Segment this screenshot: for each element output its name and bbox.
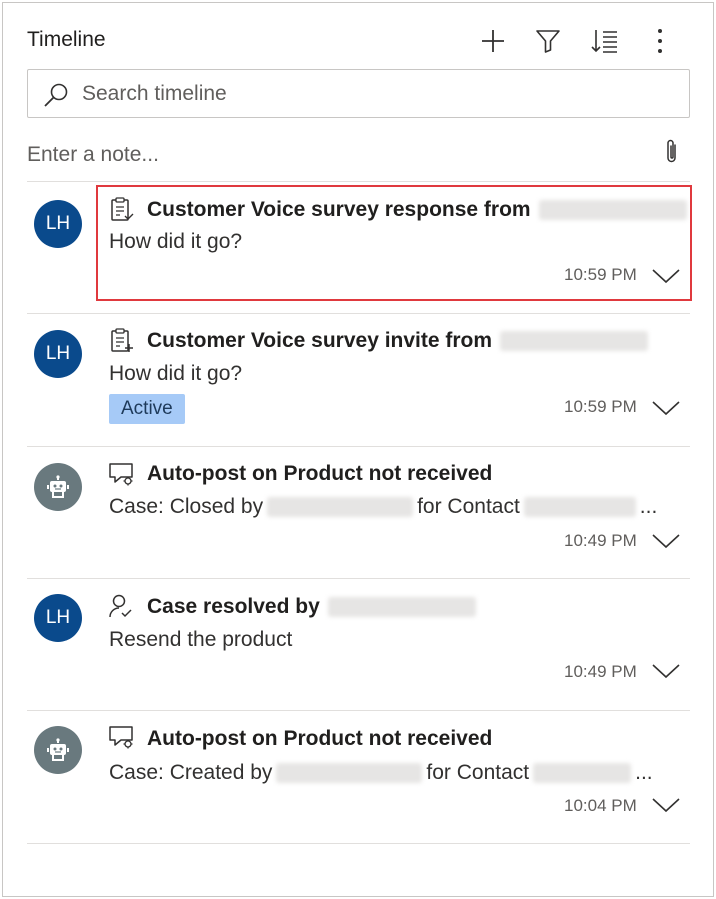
chevron-down-icon[interactable] xyxy=(652,663,680,679)
bot-avatar xyxy=(34,726,82,774)
item-description: Resend the product xyxy=(109,628,293,651)
redacted-name xyxy=(276,763,423,784)
timestamp: 10:49 PM xyxy=(564,531,637,550)
more-vertical-icon xyxy=(658,29,662,53)
timeline-item[interactable]: LH Case resolved by Resend the product 1… xyxy=(27,579,690,710)
timeline-item[interactable]: LH Customer Voice survey response from H… xyxy=(27,182,690,312)
more-options-button[interactable] xyxy=(643,24,677,58)
paperclip-icon[interactable] xyxy=(664,138,680,166)
bot-icon xyxy=(47,738,69,761)
timeline-header: Timeline xyxy=(27,24,691,58)
filter-icon xyxy=(536,30,560,53)
item-title: Case resolved by xyxy=(147,595,476,619)
auto-post-icon xyxy=(109,463,133,486)
chevron-down-icon[interactable] xyxy=(652,400,680,416)
item-title: Auto-post on Product not received xyxy=(147,727,493,750)
item-title: Customer Voice survey invite from xyxy=(147,329,649,353)
search-box[interactable] xyxy=(27,69,690,118)
case-resolved-icon xyxy=(109,594,132,618)
item-description: Case: Created by for Contact... xyxy=(109,761,653,784)
auto-post-icon xyxy=(109,726,133,749)
chevron-down-icon[interactable] xyxy=(652,797,680,813)
divider xyxy=(27,843,690,844)
timestamp: 10:04 PM xyxy=(564,796,637,815)
note-input[interactable] xyxy=(27,140,627,170)
add-button[interactable] xyxy=(476,24,510,58)
redacted-name xyxy=(523,497,636,518)
timeline-item[interactable]: Auto-post on Product not received Case: … xyxy=(27,447,690,579)
survey-response-icon xyxy=(111,197,134,221)
avatar: LH xyxy=(34,330,82,378)
item-description: How did it go? xyxy=(109,362,243,385)
redacted-name xyxy=(267,497,414,518)
avatar: LH xyxy=(34,200,82,248)
plus-icon xyxy=(482,30,504,52)
filter-button[interactable] xyxy=(531,24,565,58)
chevron-down-icon[interactable] xyxy=(652,268,680,284)
redacted-name xyxy=(500,331,649,352)
sort-icon xyxy=(591,30,617,53)
bot-avatar xyxy=(34,463,82,511)
redacted-name xyxy=(538,200,687,221)
item-description: How did it go? xyxy=(109,230,243,253)
redacted-name xyxy=(533,763,632,784)
timestamp: 10:49 PM xyxy=(564,662,637,681)
timeline-item[interactable]: LH Customer Voice survey invite from How… xyxy=(27,314,690,446)
timeline-item[interactable]: Auto-post on Product not received Case: … xyxy=(27,711,690,842)
survey-invite-icon xyxy=(111,328,133,352)
bot-icon xyxy=(47,475,69,498)
timestamp: 10:59 PM xyxy=(564,397,637,416)
timestamp: 10:59 PM xyxy=(564,265,637,284)
status-badge: Active xyxy=(109,394,185,424)
redacted-name xyxy=(327,597,476,618)
item-description: Case: Closed by for Contact... xyxy=(109,495,658,518)
sort-button[interactable] xyxy=(588,24,622,58)
search-input[interactable] xyxy=(82,79,672,109)
search-icon xyxy=(44,83,68,107)
chevron-down-icon[interactable] xyxy=(652,533,680,549)
note-box xyxy=(27,136,690,176)
item-title: Auto-post on Product not received xyxy=(147,462,493,485)
timeline-title: Timeline xyxy=(27,28,106,51)
item-title: Customer Voice survey response from xyxy=(147,198,687,222)
avatar: LH xyxy=(34,594,82,642)
